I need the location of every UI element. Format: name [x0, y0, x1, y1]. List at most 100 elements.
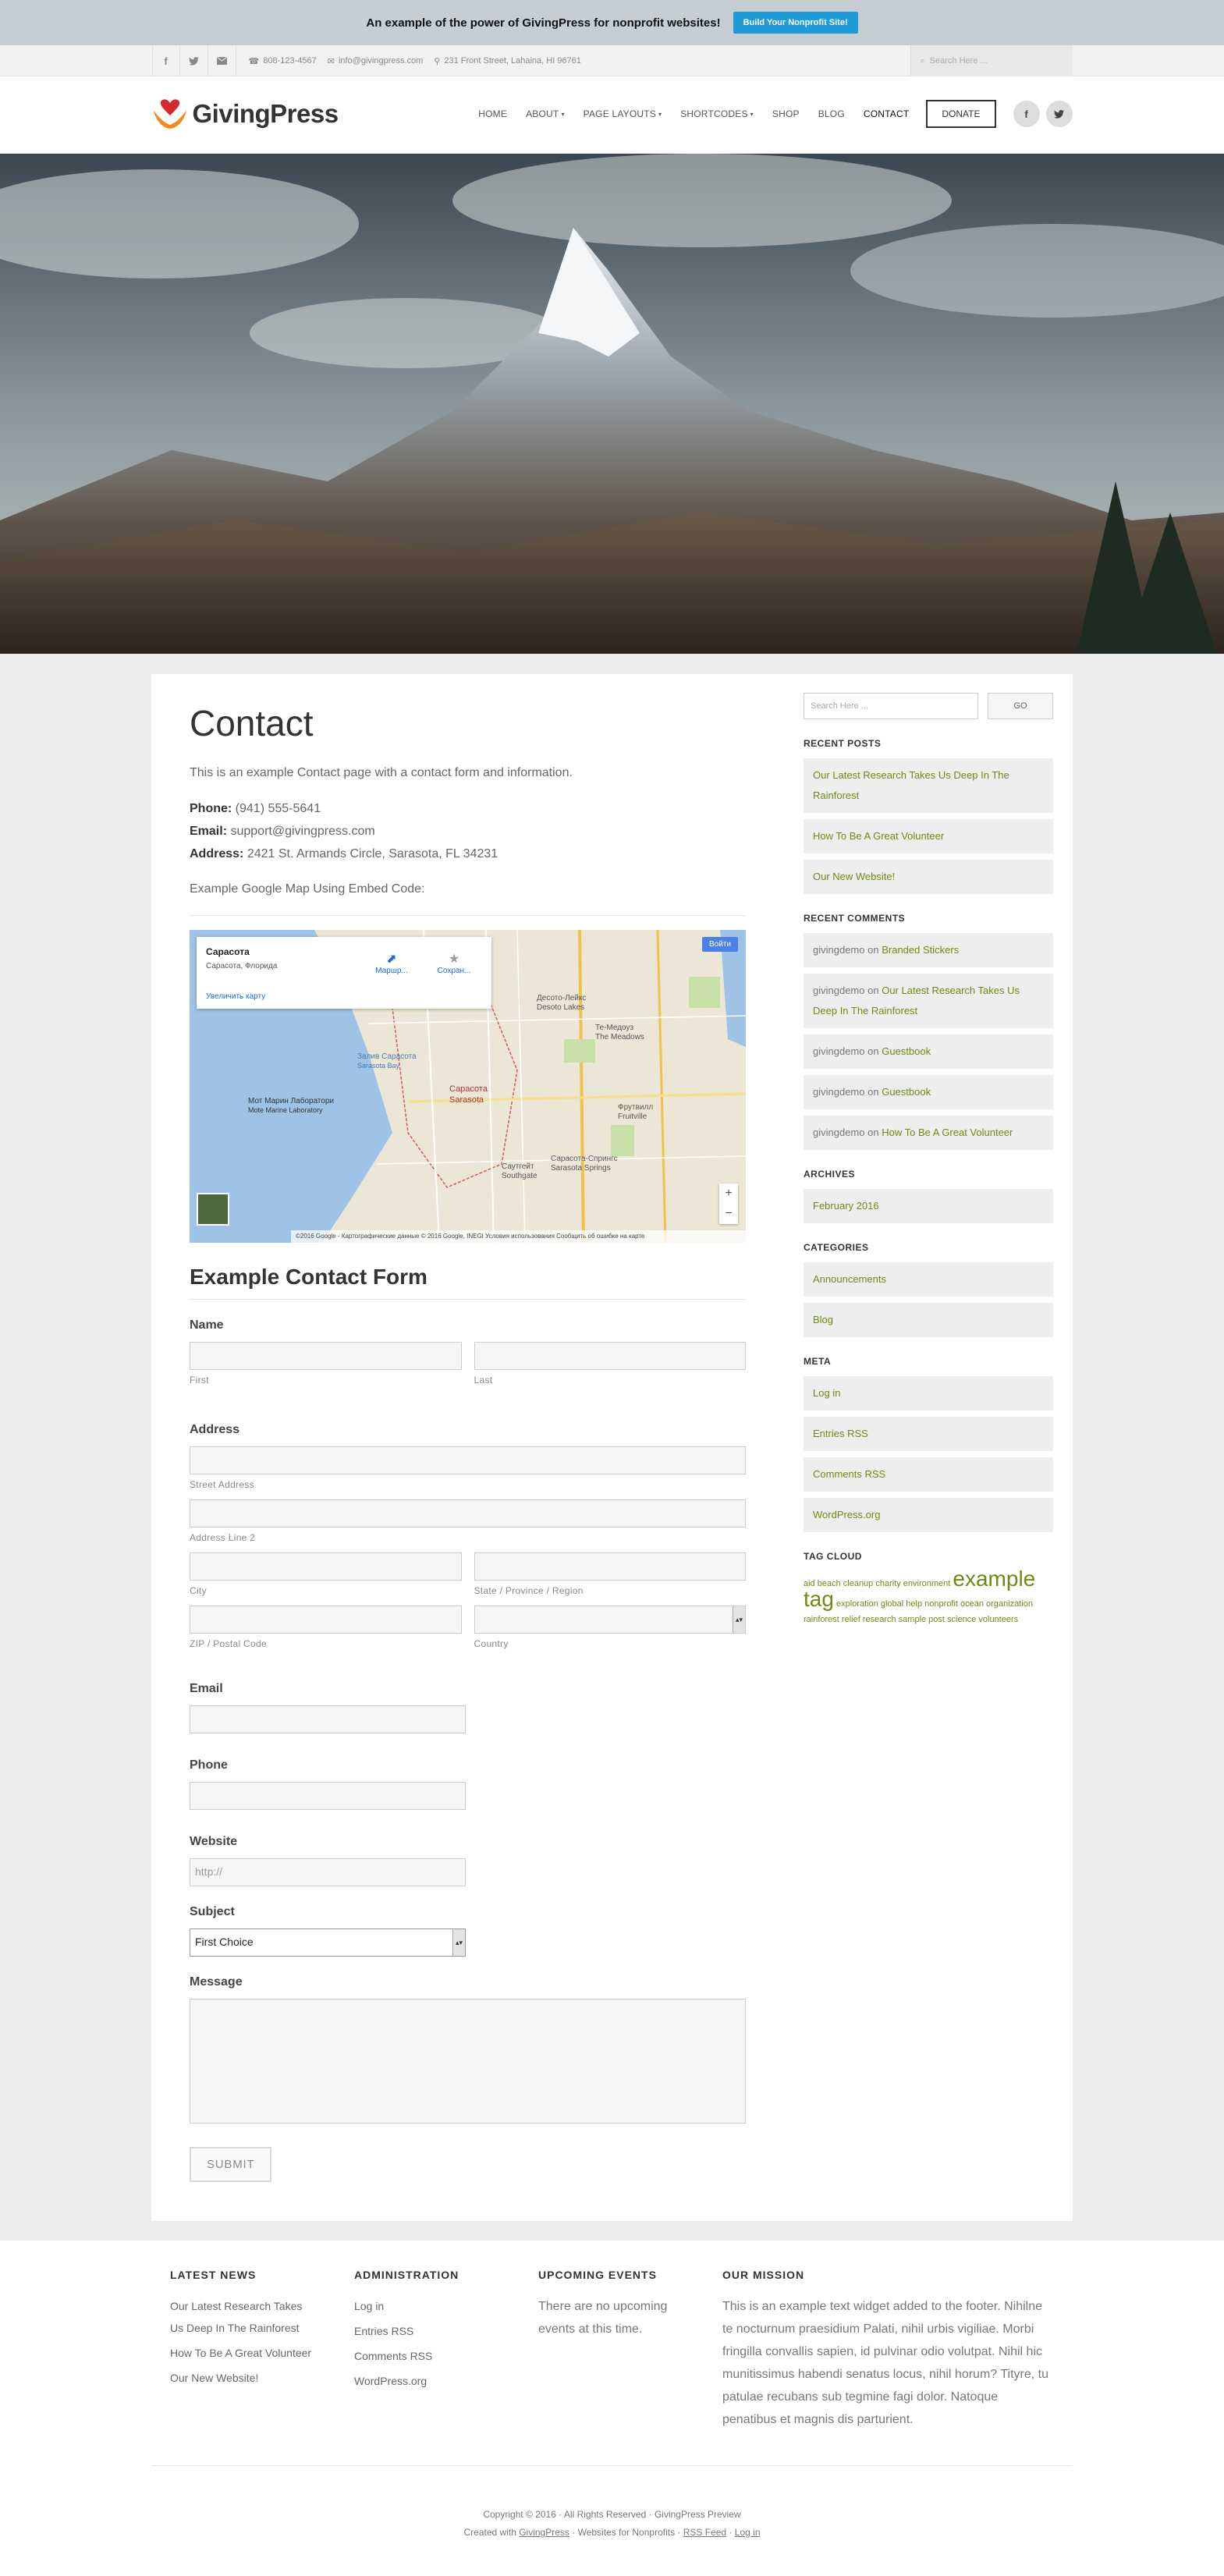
- recent-posts-heading: RECENT POSTS: [804, 738, 882, 749]
- map-label-sarasota-en: Sarasota: [449, 1095, 484, 1105]
- comment-post-link[interactable]: Guestbook: [882, 1045, 931, 1057]
- city-input[interactable]: [190, 1552, 462, 1581]
- nav-about[interactable]: ABOUT ▾: [516, 100, 574, 128]
- subject-select[interactable]: First Choice ▴▾: [190, 1928, 466, 1957]
- login-link[interactable]: Log in: [735, 2527, 761, 2538]
- sidebar-search-input[interactable]: Search Here ...: [804, 693, 978, 719]
- mail-icon[interactable]: [208, 45, 236, 76]
- nav-home[interactable]: HOME: [469, 100, 516, 128]
- footer-admin-link[interactable]: Comments RSS: [354, 2345, 502, 2367]
- street-address-input[interactable]: [190, 1446, 746, 1474]
- map-label-mote: Мот Марин Лаборатори: [248, 1097, 335, 1105]
- comment-post-link[interactable]: How To Be A Great Volunteer: [882, 1127, 1013, 1138]
- zoom-in-icon[interactable]: +: [725, 1187, 732, 1201]
- intro-text: This is an example Contact page with a c…: [190, 766, 573, 779]
- footer-admin-link[interactable]: WordPress.org: [354, 2370, 502, 2392]
- map-label-meadows-en: The Meadows: [595, 1033, 644, 1041]
- promo-text: An example of the power of GivingPress f…: [366, 16, 721, 30]
- meta-item[interactable]: Log in: [804, 1376, 1053, 1410]
- promo-bar: An example of the power of GivingPress f…: [0, 0, 1224, 45]
- map-label-bay-en: Sarasota Bay: [357, 1062, 400, 1070]
- map-login-button[interactable]: Войти: [702, 937, 738, 952]
- country-select[interactable]: ▴▾: [474, 1606, 746, 1634]
- twitter-icon[interactable]: [1045, 101, 1073, 127]
- recent-post-item[interactable]: Our New Website!: [804, 860, 1053, 894]
- topbar-search[interactable]: ⌕ Search Here ...: [910, 45, 1073, 76]
- zip-input[interactable]: [190, 1606, 462, 1634]
- map-label-desoto: Десото-Лейкс: [537, 994, 587, 1002]
- nav-blog[interactable]: BLOG: [809, 100, 854, 128]
- map-save-button[interactable]: ★ Сохран...: [431, 951, 477, 975]
- meta-heading: META: [804, 1356, 832, 1367]
- submit-button[interactable]: SUBMIT: [190, 2147, 272, 2182]
- map-enlarge-link[interactable]: Увеличить карту: [206, 992, 265, 1001]
- footer-news-link[interactable]: Our Latest Research Takes Us Deep In The…: [170, 2295, 318, 2339]
- promo-button[interactable]: Build Your Nonprofit Site!: [733, 12, 858, 34]
- email-input[interactable]: [190, 1705, 466, 1733]
- footer-admin-link[interactable]: Entries RSS: [354, 2320, 502, 2342]
- hero-image: [0, 154, 1224, 654]
- rss-feed-link[interactable]: RSS Feed: [683, 2527, 726, 2538]
- message-textarea[interactable]: [190, 1999, 746, 2124]
- address-line2-input[interactable]: [190, 1499, 746, 1528]
- map-satellite-toggle[interactable]: [197, 1193, 229, 1226]
- archive-item[interactable]: February 2016: [804, 1189, 1053, 1223]
- map-attribution: ©2016 Google - Картографические данные ©…: [291, 1230, 746, 1243]
- tag-cloud[interactable]: aid beach cleanup charity environment ex…: [804, 1568, 1053, 1627]
- last-name-sublabel: Last: [474, 1375, 493, 1386]
- footer-divider: [151, 2465, 1073, 2466]
- last-name-input[interactable]: [474, 1342, 746, 1370]
- map-label-southgate-en: Southgate: [502, 1172, 537, 1180]
- email-label: Email: [190, 1682, 223, 1695]
- donate-button[interactable]: DONATE: [926, 100, 996, 128]
- heart-hands-icon: [153, 99, 186, 129]
- contact-address: Address: 2421 St. Armands Circle, Saraso…: [190, 847, 498, 860]
- categories-heading: CATEGORIES: [804, 1242, 869, 1253]
- nav-contact[interactable]: CONTACT: [854, 100, 919, 128]
- recent-post-item[interactable]: How To Be A Great Volunteer: [804, 819, 1053, 853]
- comment-post-link[interactable]: Guestbook: [882, 1086, 931, 1098]
- nav-shortcodes[interactable]: SHORTCODES ▾: [671, 100, 763, 128]
- sidebar-go-button[interactable]: GO: [988, 693, 1053, 719]
- facebook-icon[interactable]: f: [151, 45, 180, 76]
- contact-content: Contact This is an example Contact page …: [190, 702, 746, 2182]
- first-name-input[interactable]: [190, 1342, 462, 1370]
- givingpress-link[interactable]: GivingPress: [519, 2527, 569, 2538]
- facebook-icon[interactable]: f: [1013, 101, 1040, 127]
- footer-latest-news: LATEST NEWS Our Latest Research Takes Us…: [170, 2269, 318, 2392]
- topbar-search-input[interactable]: Search Here ...: [930, 56, 988, 66]
- phone-input[interactable]: [190, 1782, 466, 1810]
- zoom-out-icon[interactable]: −: [725, 1207, 732, 1221]
- meta-item[interactable]: Comments RSS: [804, 1457, 1053, 1492]
- dropdown-arrow-icon: ▴▾: [733, 1606, 745, 1633]
- website-input[interactable]: http://: [190, 1858, 466, 1886]
- category-item[interactable]: Blog: [804, 1303, 1053, 1337]
- meta-item[interactable]: Entries RSS: [804, 1417, 1053, 1451]
- logo-text: GivingPress: [192, 99, 339, 128]
- google-map[interactable]: Сарасота Sarasota Сарасота-Спрингс Saras…: [190, 930, 746, 1243]
- nav-page-layouts[interactable]: PAGE LAYOUTS ▾: [574, 100, 672, 128]
- category-item[interactable]: Announcements: [804, 1262, 1053, 1297]
- comment-post-link[interactable]: Branded Stickers: [882, 944, 959, 956]
- site-logo[interactable]: GivingPress: [152, 98, 339, 130]
- sidebar: Search Here ... GO RECENT POSTS Our Late…: [804, 693, 1053, 1627]
- subject-label: Subject: [190, 1905, 235, 1918]
- twitter-icon[interactable]: [180, 45, 208, 76]
- comment-item: givingdemo on Guestbook: [804, 1034, 1053, 1069]
- state-input[interactable]: [474, 1552, 746, 1581]
- footer-admin-link[interactable]: Log in: [354, 2295, 502, 2317]
- meta-item[interactable]: WordPress.org: [804, 1498, 1053, 1532]
- map-route-button[interactable]: ⬈ Маршр...: [368, 951, 415, 975]
- nav-shop[interactable]: SHOP: [763, 100, 809, 128]
- footer-news-link[interactable]: How To Be A Great Volunteer: [170, 2342, 318, 2364]
- footer-news-link[interactable]: Our New Website!: [170, 2367, 318, 2389]
- map-label-bay: Залив Сарасота: [357, 1052, 417, 1061]
- chevron-down-icon: ▾: [561, 110, 565, 118]
- map-label-mote-en: Mote Marine Laboratory: [248, 1106, 323, 1114]
- comment-item: givingdemo on How To Be A Great Voluntee…: [804, 1116, 1053, 1150]
- top-bar: f ☎ 808-123-4567 ✉ info@givingpress.com ⚲ 2…: [0, 45, 1224, 76]
- recent-post-item[interactable]: Our Latest Research Takes Us Deep In The…: [804, 758, 1053, 813]
- envelope-icon: ✉: [327, 56, 335, 66]
- topbar-email[interactable]: ✉ info@givingpress.com: [328, 56, 424, 66]
- page-title: Contact: [190, 703, 314, 743]
